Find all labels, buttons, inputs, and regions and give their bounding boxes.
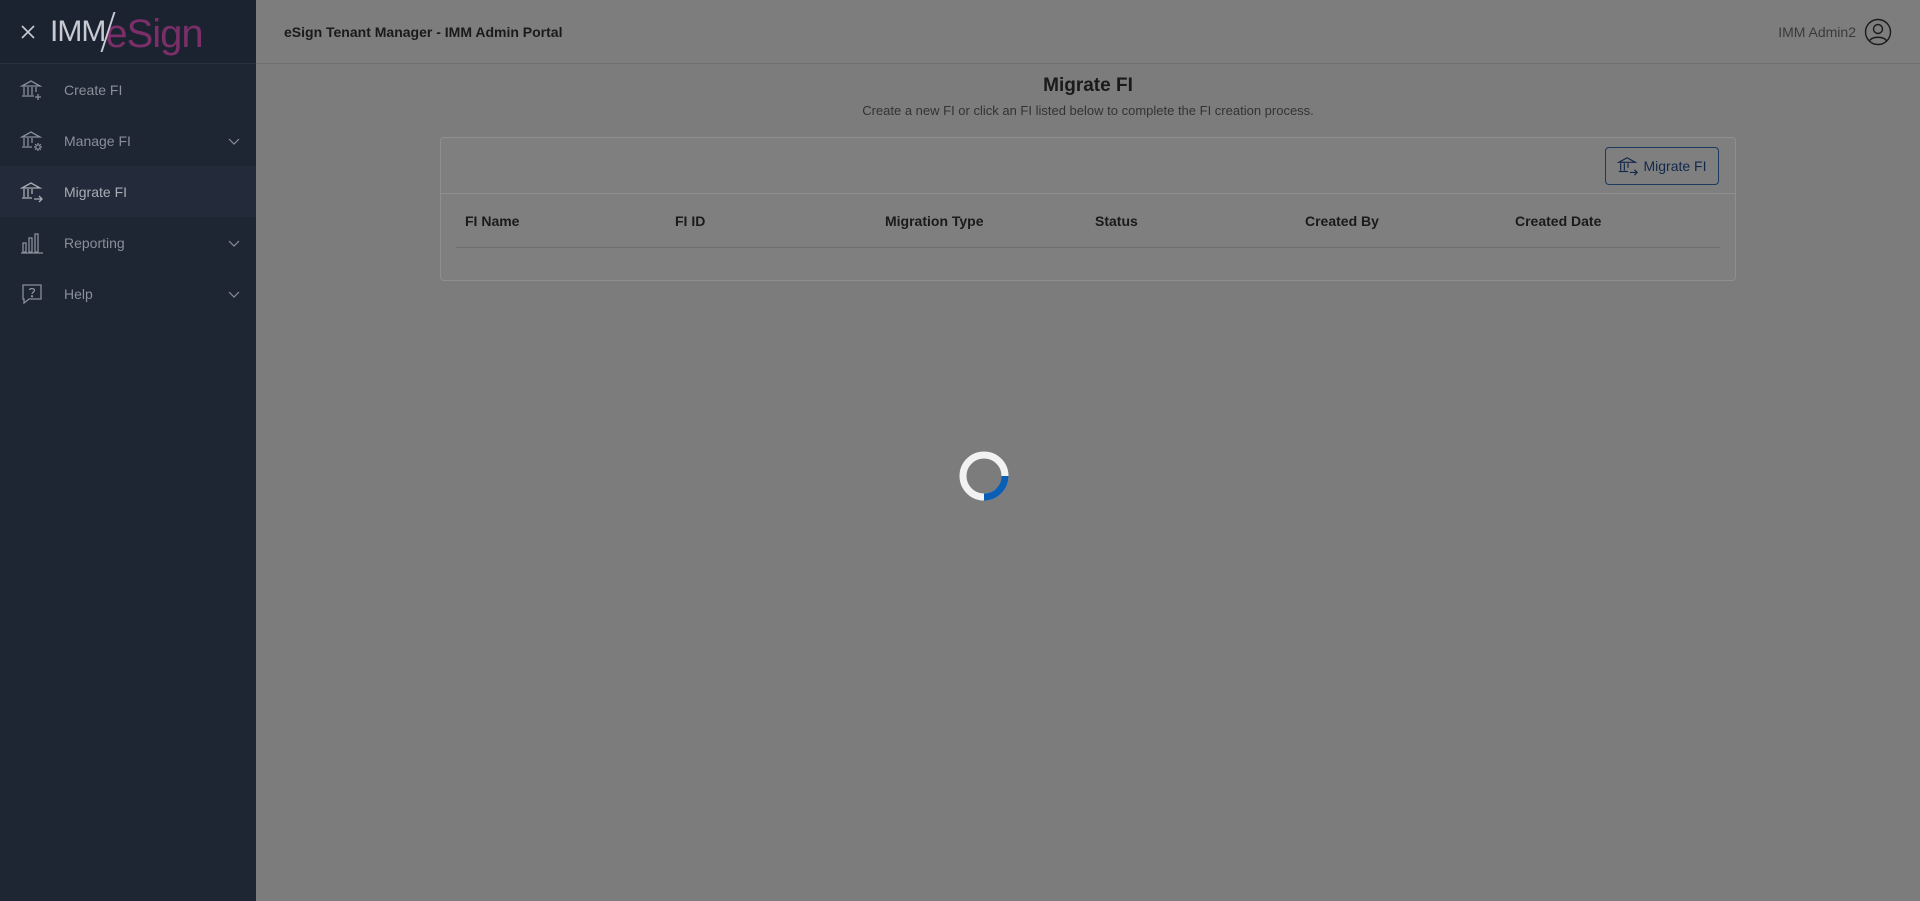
sidebar-item-label: Migrate FI <box>64 183 128 200</box>
bank-plus-icon <box>20 78 44 102</box>
loading-spinner-icon <box>959 451 1009 501</box>
sidebar-item-label: Help <box>64 285 93 302</box>
bar-chart-icon <box>20 231 44 255</box>
bank-gear-icon <box>20 129 44 153</box>
page-title: Migrate FI <box>1043 75 1133 96</box>
sidebar-item-label: Reporting <box>64 234 125 251</box>
sidebar-item-reporting[interactable]: Reporting <box>0 217 256 268</box>
user-menu[interactable]: IMM Admin2 <box>1778 0 1892 64</box>
top-bar: eSign Tenant Manager - IMM Admin Portal … <box>256 0 1920 64</box>
column-header-fi-id[interactable]: FI ID <box>666 213 876 229</box>
user-name: IMM Admin2 <box>1778 24 1856 40</box>
column-header-status[interactable]: Status <box>1086 213 1296 229</box>
bank-arrow-icon <box>20 180 44 204</box>
sidebar-item-create-fi[interactable]: Create FI <box>0 64 256 115</box>
logo-esign-text: eSign <box>105 12 203 56</box>
sidebar: IMM eSign Create FI Manage FI Migrate FI <box>0 0 256 901</box>
portal-title: eSign Tenant Manager - IMM Admin Portal <box>284 23 563 40</box>
column-header-created-date[interactable]: Created Date <box>1506 213 1716 229</box>
migrate-fi-button-label: Migrate FI <box>1643 158 1707 174</box>
chevron-down-icon <box>228 138 240 145</box>
main-content: Migrate FI Create a new FI or click an F… <box>256 65 1920 901</box>
sidebar-item-label: Create FI <box>64 81 123 98</box>
table-header-row: FI Name FI ID Migration Type Status Crea… <box>456 194 1720 248</box>
logo-imm-text: IMM <box>50 14 106 48</box>
column-header-fi-name[interactable]: FI Name <box>456 213 666 229</box>
sidebar-header: IMM eSign <box>0 0 256 64</box>
migrate-fi-button[interactable]: Migrate FI <box>1605 147 1719 185</box>
close-icon <box>21 24 35 39</box>
sidebar-item-manage-fi[interactable]: Manage FI <box>0 115 256 166</box>
column-header-migration-type[interactable]: Migration Type <box>876 213 1086 229</box>
sidebar-item-label: Manage FI <box>64 132 131 149</box>
brand-logo: IMM eSign <box>50 0 204 64</box>
chevron-down-icon <box>228 291 240 298</box>
bank-arrow-icon <box>1617 157 1639 176</box>
chevron-down-icon <box>228 240 240 247</box>
sidebar-nav: Create FI Manage FI Migrate FI Reporting <box>0 64 256 319</box>
page-subtitle: Create a new FI or click an FI listed be… <box>862 103 1314 118</box>
card-toolbar: Migrate FI <box>441 138 1735 194</box>
close-sidebar-button[interactable] <box>20 24 36 40</box>
help-bubble-icon <box>20 282 44 306</box>
fi-migration-table-card: Migrate FI FI Name FI ID Migration Type … <box>440 137 1736 281</box>
user-avatar-icon <box>1864 18 1892 46</box>
sidebar-item-migrate-fi[interactable]: Migrate FI <box>0 166 256 217</box>
column-header-created-by[interactable]: Created By <box>1296 213 1506 229</box>
sidebar-item-help[interactable]: Help <box>0 268 256 319</box>
